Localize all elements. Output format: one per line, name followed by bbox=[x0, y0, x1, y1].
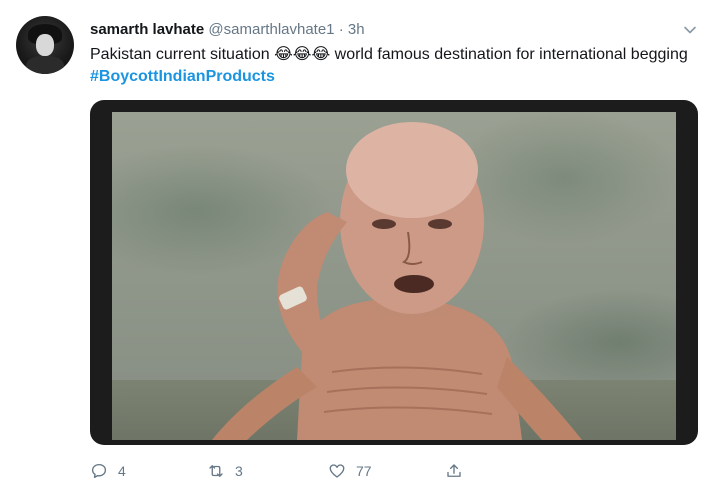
reply-button[interactable]: 4 bbox=[90, 460, 126, 482]
avatar-shirt bbox=[26, 56, 64, 74]
hashtag-link[interactable]: #BoycottIndianProducts bbox=[90, 68, 275, 85]
chevron-down-icon[interactable] bbox=[682, 22, 698, 38]
tweet-text-part1: Pakistan current situation bbox=[90, 46, 275, 63]
heart-icon bbox=[329, 464, 345, 478]
tweet-photo[interactable] bbox=[112, 112, 676, 440]
avatar[interactable] bbox=[16, 16, 74, 74]
share-icon bbox=[447, 464, 461, 477]
retweet-count: 3 bbox=[235, 463, 243, 479]
tweet-text-part2: world famous destination for internation… bbox=[330, 46, 688, 63]
like-button[interactable]: 77 bbox=[328, 460, 372, 482]
laughing-emoji-icon: 😂😂😂 bbox=[274, 46, 331, 63]
like-count: 77 bbox=[356, 463, 372, 479]
author-name[interactable]: samarth lavhate bbox=[90, 21, 204, 38]
avatar-face bbox=[36, 34, 54, 56]
retweet-button[interactable]: 3 bbox=[207, 460, 243, 482]
reply-count: 4 bbox=[118, 463, 126, 479]
tweet-actions: 4 3 77 bbox=[90, 460, 510, 482]
tweet-timestamp[interactable]: 3h bbox=[348, 21, 365, 38]
retweet-icon bbox=[209, 465, 223, 477]
header-separator: · bbox=[338, 21, 344, 38]
tweet[interactable]: samarth lavhate @samarthlavhate1 · 3h Pa… bbox=[0, 0, 720, 486]
author-handle[interactable]: @samarthlavhate1 bbox=[208, 21, 334, 38]
tweet-text: Pakistan current situation 😂😂😂 world fam… bbox=[90, 44, 690, 88]
tweet-header: samarth lavhate @samarthlavhate1 · 3h bbox=[90, 20, 680, 40]
person-figure bbox=[212, 122, 582, 440]
share-button[interactable] bbox=[445, 460, 463, 482]
reply-icon bbox=[91, 463, 107, 479]
tweet-media[interactable] bbox=[90, 100, 698, 445]
